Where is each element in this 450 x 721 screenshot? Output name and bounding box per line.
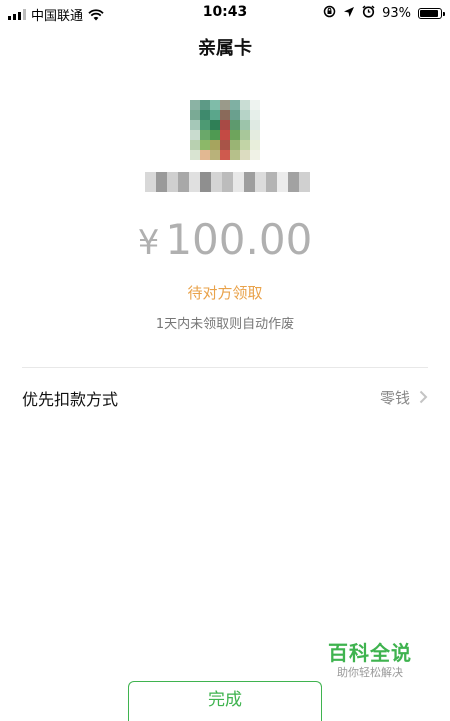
avatar-pixel: [240, 130, 250, 140]
avatar-pixel: [240, 120, 250, 130]
watermark-title: 百科全说: [328, 641, 412, 665]
avatar-pixel: [220, 120, 230, 130]
payment-method-value: 零钱: [379, 389, 410, 407]
avatar-pixel: [210, 100, 220, 110]
currency-symbol: ¥: [137, 223, 160, 263]
battery-percent: 93%: [382, 6, 411, 21]
battery-icon: [418, 8, 445, 19]
expire-note: 1天内未领取则自动作废: [155, 317, 295, 332]
avatar-pixel: [200, 130, 210, 140]
avatar-pixel: [190, 100, 200, 110]
name-blur-block: [145, 172, 156, 192]
avatar-pixel: [210, 120, 220, 130]
chevron-right-icon: [419, 389, 428, 408]
location-icon: [343, 6, 355, 22]
name-blur-block: [200, 172, 211, 192]
avatar-pixel: [190, 110, 200, 120]
avatar-pixel: [230, 130, 240, 140]
avatar-pixel: [210, 130, 220, 140]
avatar-pixel: [240, 110, 250, 120]
watermark: 百科全说 助你轻松解决: [318, 640, 422, 680]
avatar-pixel: [250, 110, 260, 120]
avatar-pixel: [210, 110, 220, 120]
payment-method-label: 优先扣款方式: [22, 390, 119, 409]
name-blur-block: [178, 172, 189, 192]
status-bar-right: 93%: [323, 5, 445, 22]
avatar-pixel: [200, 150, 210, 160]
avatar-pixel: [190, 130, 200, 140]
avatar-pixel: [240, 150, 250, 160]
avatar-pixel: [230, 120, 240, 130]
avatar-pixel: [200, 110, 210, 120]
avatar-pixel: [220, 150, 230, 160]
avatar-pixel: [210, 150, 220, 160]
amount-value: 100.00: [165, 215, 313, 264]
avatar-pixel: [220, 130, 230, 140]
status-bar: 中国联通 10:43 93%: [0, 0, 450, 26]
name-blur-block: [211, 172, 222, 192]
avatar-pixel: [250, 140, 260, 150]
avatar-pixel: [220, 110, 230, 120]
alarm-icon: [362, 5, 375, 22]
orientation-lock-icon: [323, 5, 336, 22]
avatar-pixel: [250, 150, 260, 160]
avatar-pixel: [220, 140, 230, 150]
avatar-pixel: [190, 150, 200, 160]
avatar-pixel: [240, 100, 250, 110]
avatar-pixel: [230, 110, 240, 120]
name-blur-block: [266, 172, 277, 192]
card-amount: ¥100.00: [0, 215, 450, 264]
name-blur-block: [244, 172, 255, 192]
recipient-avatar: [190, 100, 260, 160]
claim-status: 待对方领取: [187, 284, 263, 302]
page-title: 亲属卡: [198, 38, 252, 59]
name-blur-block: [233, 172, 244, 192]
name-blur-block: [299, 172, 310, 192]
divider: [22, 367, 428, 368]
name-blur-block: [288, 172, 299, 192]
avatar-pixel: [230, 100, 240, 110]
name-blur-block: [255, 172, 266, 192]
name-blur-block: [167, 172, 178, 192]
avatar-pixel: [230, 140, 240, 150]
avatar-pixel: [200, 140, 210, 150]
name-blur-block: [277, 172, 288, 192]
avatar-pixel: [250, 100, 260, 110]
watermark-subtitle: 助你轻松解决: [337, 666, 403, 679]
avatar-pixel: [210, 140, 220, 150]
name-blur-block: [222, 172, 233, 192]
name-blur-block: [189, 172, 200, 192]
avatar-pixel: [200, 120, 210, 130]
avatar-pixel: [200, 100, 210, 110]
avatar-pixel: [240, 140, 250, 150]
avatar-pixel: [250, 120, 260, 130]
recipient-name-blurred: [145, 172, 310, 192]
avatar-pixel: [190, 140, 200, 150]
payment-method-row[interactable]: 优先扣款方式 零钱: [0, 372, 450, 418]
avatar-pixel: [230, 150, 240, 160]
name-blur-block: [156, 172, 167, 192]
avatar-pixel: [190, 120, 200, 130]
done-button[interactable]: 完成: [128, 681, 322, 721]
avatar-pixel: [220, 100, 230, 110]
avatar-pixel: [250, 130, 260, 140]
